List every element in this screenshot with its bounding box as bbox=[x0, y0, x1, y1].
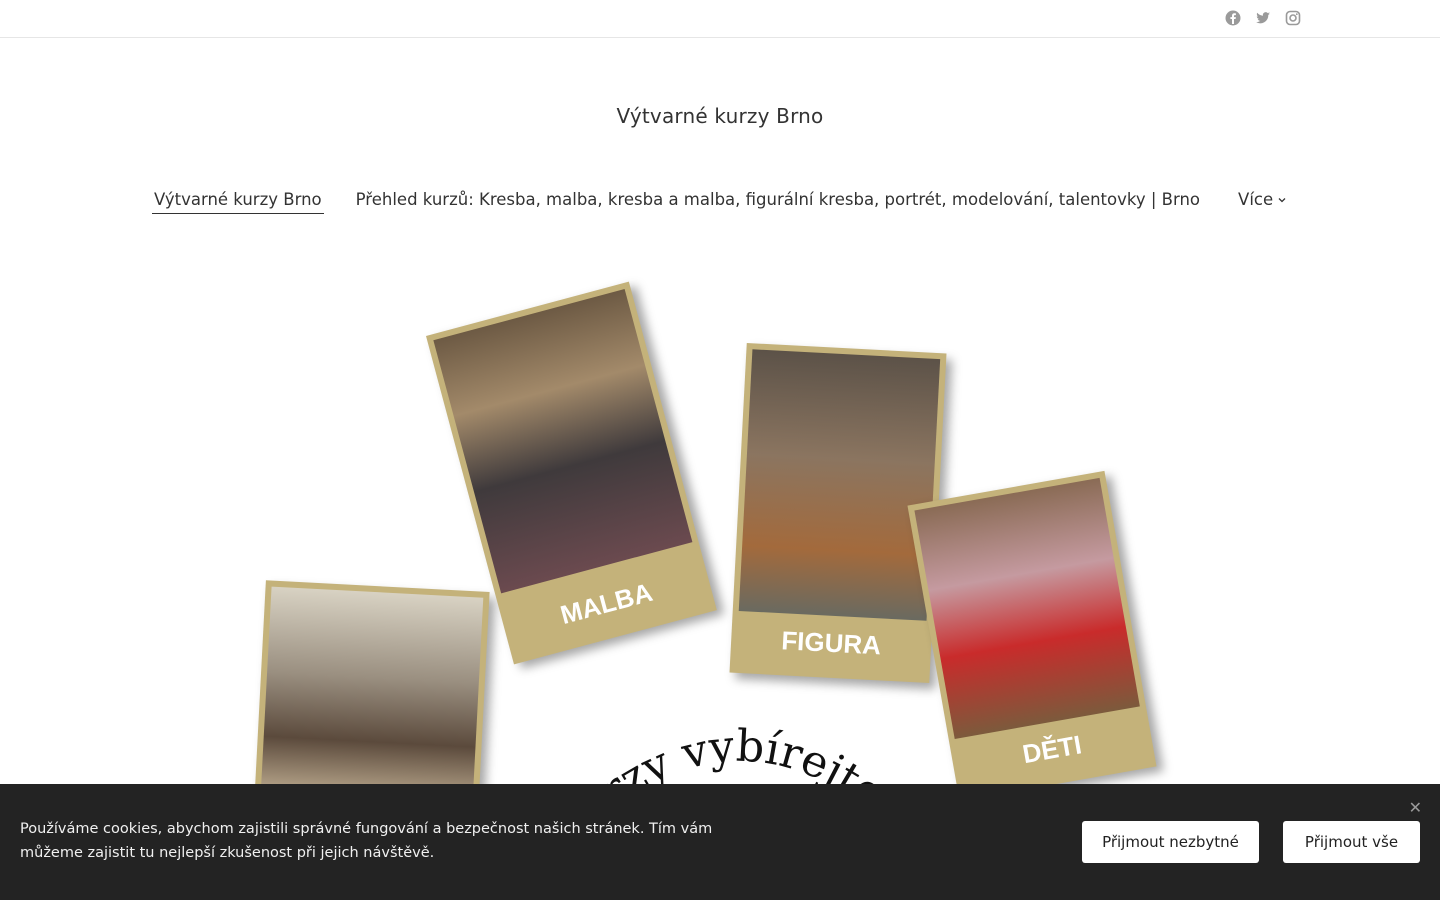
photo-drawing-class bbox=[254, 580, 490, 812]
cookie-message: Používáme cookies, abychom zajistili spr… bbox=[20, 821, 713, 861]
nav-item-course-overview[interactable]: Přehled kurzů: Kresba, malba, kresba a m… bbox=[354, 188, 1202, 213]
photo-image bbox=[738, 349, 941, 621]
photo-image bbox=[433, 288, 693, 594]
instagram-link[interactable] bbox=[1285, 10, 1301, 26]
facebook-icon bbox=[1225, 10, 1241, 26]
main-nav: Výtvarné kurzy Brno Přehled kurzů: Kresb… bbox=[152, 188, 1289, 216]
photo-image bbox=[914, 477, 1140, 739]
social-links bbox=[1225, 10, 1301, 26]
chevron-down-icon bbox=[1278, 197, 1286, 202]
nav-more-label: Více bbox=[1238, 190, 1274, 209]
cookie-banner: Používáme cookies, abychom zajistili spr… bbox=[0, 784, 1440, 900]
hero-image: MALBA FIGURA DĚTI kurzy vybírejte z bbox=[240, 281, 1200, 826]
photo-caption: FIGURA bbox=[780, 624, 882, 660]
photo-image bbox=[260, 586, 484, 812]
twitter-link[interactable] bbox=[1255, 10, 1271, 26]
nav-item-home[interactable]: Výtvarné kurzy Brno bbox=[152, 188, 324, 214]
nav-item-more[interactable]: Více bbox=[1236, 188, 1289, 213]
instagram-icon bbox=[1285, 10, 1301, 26]
accept-necessary-button[interactable]: Přijmout nezbytné bbox=[1082, 821, 1259, 863]
close-icon[interactable]: ✕ bbox=[1409, 798, 1422, 817]
twitter-icon bbox=[1256, 12, 1270, 24]
photo-deti: DĚTI bbox=[907, 470, 1157, 802]
accept-all-button[interactable]: Přijmout vše bbox=[1283, 821, 1420, 863]
top-bar bbox=[0, 0, 1440, 38]
site-title[interactable]: Výtvarné kurzy Brno bbox=[0, 104, 1440, 128]
facebook-link[interactable] bbox=[1225, 10, 1241, 26]
